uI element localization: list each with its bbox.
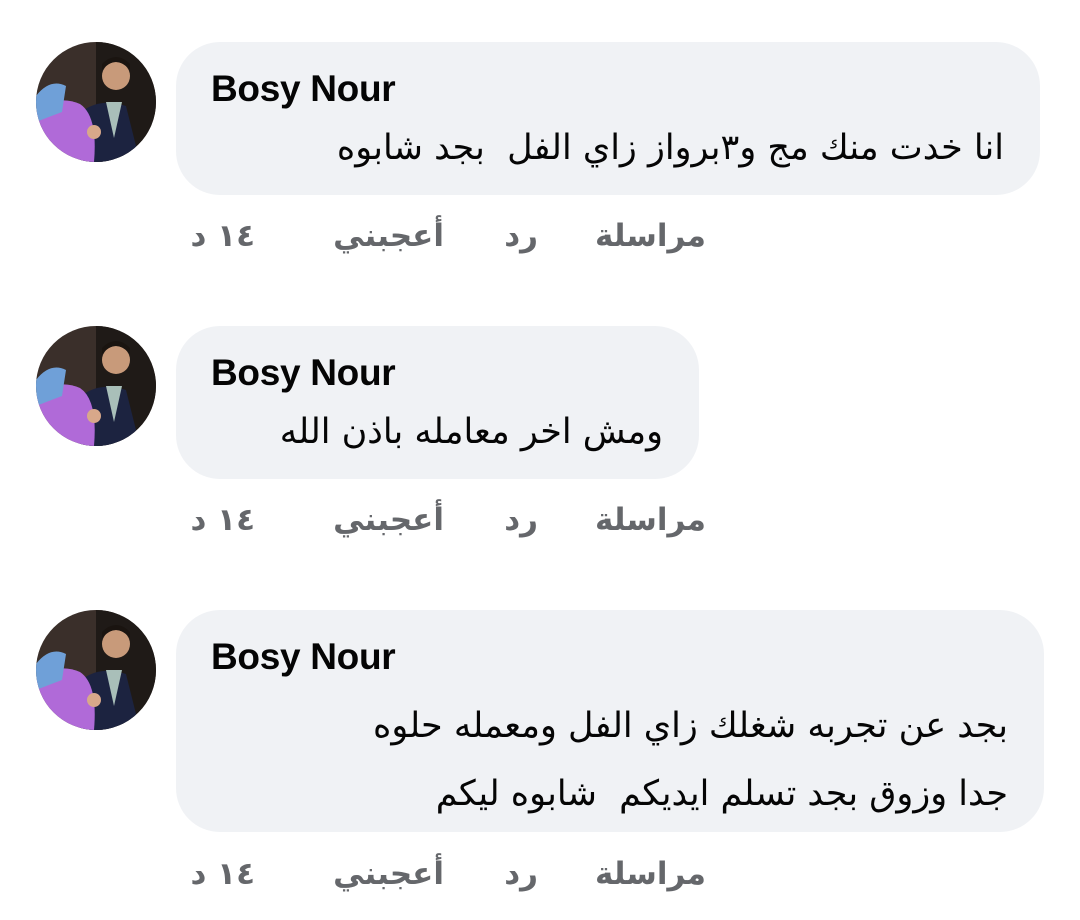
comment-author[interactable]: Bosy Nour (211, 636, 396, 678)
avatar[interactable] (36, 610, 156, 730)
comment-item: Bosy Nour انا خدت منك مج و٣برواز زاي الف… (0, 42, 1080, 262)
comment-bubble: Bosy Nour انا خدت منك مج و٣برواز زاي الف… (176, 42, 1040, 195)
comment-author[interactable]: Bosy Nour (211, 352, 396, 394)
reply-button[interactable]: رد (504, 502, 538, 538)
message-button[interactable]: مراسلة (595, 218, 706, 254)
profile-photo-icon (36, 326, 156, 446)
comments-thread: Bosy Nour انا خدت منك مج و٣برواز زاي الف… (0, 0, 1080, 920)
comment-text: ومش اخر معامله باذن الله (279, 412, 663, 452)
reply-button[interactable]: رد (504, 218, 538, 254)
comment-bubble: Bosy Nour ومش اخر معامله باذن الله (176, 326, 699, 479)
comment-actions: مراسلة رد أعجبني ١٤ د (0, 856, 1080, 900)
profile-photo-icon (36, 42, 156, 162)
comment-actions: مراسلة رد أعجبني ١٤ د (0, 218, 1080, 262)
avatar[interactable] (36, 326, 156, 446)
reply-button[interactable]: رد (504, 856, 538, 892)
avatar[interactable] (36, 42, 156, 162)
comment-text: انا خدت منك مج و٣برواز زاي الفل بجد شابو… (336, 128, 1004, 168)
like-button[interactable]: أعجبني (333, 856, 444, 892)
comment-timestamp[interactable]: ١٤ د (190, 502, 255, 538)
like-button[interactable]: أعجبني (333, 502, 444, 538)
comment-bubble: Bosy Nour بجد عن تجربه شغلك زاي الفل ومع… (176, 610, 1044, 832)
message-button[interactable]: مراسلة (595, 502, 706, 538)
comment-actions: مراسلة رد أعجبني ١٤ د (0, 502, 1080, 546)
comment-author[interactable]: Bosy Nour (211, 68, 396, 110)
message-button[interactable]: مراسلة (595, 856, 706, 892)
like-button[interactable]: أعجبني (333, 218, 444, 254)
comment-timestamp[interactable]: ١٤ د (190, 218, 255, 254)
profile-photo-icon (36, 610, 156, 730)
comment-text: بجد عن تجربه شغلك زاي الفل ومعمله حلوه ج… (373, 706, 1008, 814)
comment-timestamp[interactable]: ١٤ د (190, 856, 255, 892)
comment-item: Bosy Nour بجد عن تجربه شغلك زاي الفل ومع… (0, 610, 1080, 900)
comment-item: Bosy Nour ومش اخر معامله باذن الله مراسل… (0, 326, 1080, 546)
